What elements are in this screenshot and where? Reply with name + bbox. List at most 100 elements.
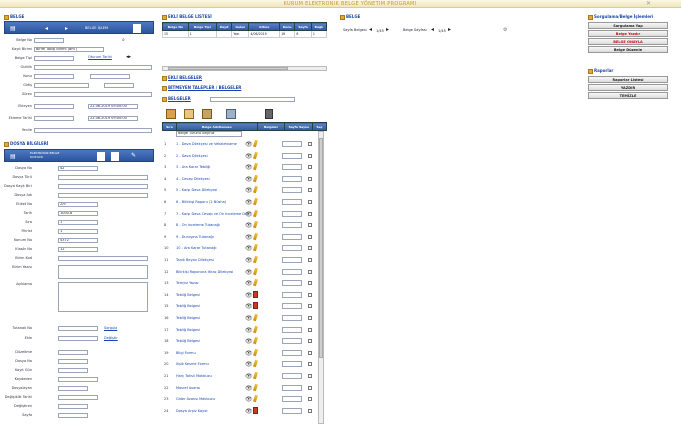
- document-link[interactable]: Masraf Avansı: [176, 386, 248, 390]
- select-checkbox[interactable]: [308, 269, 312, 274]
- pdf-icon[interactable]: [253, 406, 258, 414]
- upload-icon[interactable]: [184, 109, 194, 119]
- birim-kod-field[interactable]: [58, 255, 148, 261]
- select-checkbox[interactable]: [308, 200, 312, 204]
- page-count-field[interactable]: [282, 407, 302, 414]
- list-item[interactable]: 9 9 - Duruşma Tutanağı 👁: [162, 232, 318, 243]
- edit-icon[interactable]: [252, 394, 259, 403]
- vertical-scrollbar[interactable]: [318, 131, 324, 424]
- select-checkbox[interactable]: [308, 397, 312, 402]
- pdf-icon[interactable]: [253, 290, 258, 298]
- close-icon[interactable]: ✕: [646, 0, 651, 7]
- document-link[interactable]: Gider Avansı Makbuzu: [176, 397, 248, 401]
- list-icon[interactable]: ▤: [10, 153, 16, 160]
- list-item[interactable]: 10 10 - Ara Karar Tutanağı 👁: [162, 244, 318, 254]
- select-checkbox[interactable]: [308, 188, 312, 193]
- document-link[interactable]: Tebliğ Belgesi: [176, 316, 248, 320]
- ekleyen-field[interactable]: [34, 103, 74, 109]
- edit-icon[interactable]: [252, 336, 259, 345]
- list-item[interactable]: 22 Masraf Avansı 👁: [162, 383, 318, 394]
- yenile-field[interactable]: [34, 127, 152, 133]
- document-link[interactable]: Temyiz Yazısı: [176, 281, 248, 285]
- select-checkbox[interactable]: [308, 281, 312, 286]
- dosya-button[interactable]: ELEKTRONIK BELGE DOSYASI: [30, 151, 70, 159]
- document-link[interactable]: 2 - Dava Dilekçesi: [176, 154, 248, 158]
- table-row[interactable]: 15 1 Yazı 4/06/2019 16 8 1: [162, 30, 328, 38]
- select-checkbox[interactable]: [308, 165, 312, 170]
- document-link[interactable]: Tebliğ Belgesi: [176, 339, 248, 343]
- view-icon[interactable]: 👁: [245, 153, 253, 160]
- kayit-tarihi-field[interactable]: 22.06.2019 09:00:00: [88, 103, 138, 109]
- edit-icon[interactable]: [252, 209, 259, 217]
- document-link[interactable]: Tanık Beyan Dilekçesi: [176, 258, 248, 262]
- list-item[interactable]: 21 Harç Tahsil Makbuzu 👁: [162, 371, 318, 382]
- select-checkbox[interactable]: [308, 211, 312, 216]
- view-icon[interactable]: 👁: [245, 234, 253, 241]
- list-item[interactable]: 14 Tebliğ Belgesi 👁: [162, 290, 318, 301]
- page-count-field[interactable]: [282, 268, 302, 275]
- list-item[interactable]: 8 8 - Ön İnceleme Tutanağı 👁: [162, 220, 318, 231]
- duzeltme-field[interactable]: [58, 349, 88, 355]
- page-count-field[interactable]: [282, 187, 302, 194]
- kayit-birimi-field[interactable]: Birim Takip Birimi (BRT): [34, 46, 104, 52]
- sira-field[interactable]: 1: [58, 219, 98, 225]
- page-count-field[interactable]: [282, 373, 302, 379]
- dosyalayan-field[interactable]: [58, 385, 88, 391]
- page-count-field[interactable]: [282, 384, 302, 391]
- degisiklik-field[interactable]: [58, 394, 98, 400]
- document-link[interactable]: 9 - Duruşma Tutanağı: [176, 235, 248, 239]
- ilgili-link[interactable]: BİTMEYEN TALEPLER / BELGELER: [162, 84, 241, 91]
- view-icon[interactable]: 👁: [245, 280, 253, 287]
- select-checkbox[interactable]: [308, 153, 312, 158]
- view-icon[interactable]: 👁: [245, 338, 253, 345]
- belge-tipi-field[interactable]: [34, 55, 74, 61]
- view-icon[interactable]: 👁: [245, 385, 253, 392]
- document-link[interactable]: 8 - Ön İnceleme Tutanağı: [176, 223, 248, 227]
- document-link[interactable]: 5 - Karşı Dava Dilekçesi: [176, 188, 248, 192]
- belge-onayla-button[interactable]: BELGE ONAYLA: [588, 38, 668, 45]
- document-link[interactable]: Tebliğ Belgesi: [176, 328, 248, 332]
- belge-yazdir-button[interactable]: Belge Yazdır: [588, 30, 668, 37]
- gidis-field[interactable]: [34, 82, 89, 88]
- list-item[interactable]: 1 1 - Dava Dilekçesi ve Vekaletname 👁: [162, 139, 318, 150]
- view-icon[interactable]: 👁: [245, 257, 253, 264]
- ekleme-field[interactable]: [34, 115, 74, 121]
- gelis-tarihi-field[interactable]: 22.06.2019 09:00:00: [88, 115, 138, 121]
- page-count-field[interactable]: [282, 233, 302, 240]
- birim-yazisi-field[interactable]: [58, 264, 148, 279]
- list-item[interactable]: 12 Bilirkişi Raporuna İtiraz Dilekçesi 👁: [162, 267, 318, 278]
- next-page-icon-2[interactable]: ▸: [448, 26, 451, 33]
- list-item[interactable]: 7 7 - Karşı Dava Cevap ve Ön İnceleme Di…: [162, 209, 318, 220]
- search-icon[interactable]: ⌕: [122, 37, 125, 43]
- dosya-no2-field[interactable]: [58, 358, 88, 364]
- pdf-icon[interactable]: [253, 302, 258, 310]
- belge-duzenle-button[interactable]: Belge Düzenle: [588, 46, 668, 53]
- select-checkbox[interactable]: [308, 234, 312, 239]
- next-page-icon[interactable]: ▸: [386, 26, 389, 33]
- select-checkbox[interactable]: [308, 304, 312, 309]
- view-icon[interactable]: 👁: [245, 292, 253, 299]
- document-link[interactable]: Bilirkişi Raporuna İtiraz Dilekçesi: [176, 270, 248, 274]
- dosya-turu-field[interactable]: [58, 174, 148, 180]
- edit-icon[interactable]: [252, 232, 259, 241]
- belgeler-link[interactable]: BELGELER: [162, 95, 191, 102]
- sayfa-field[interactable]: [58, 412, 88, 418]
- edit-icon[interactable]: [252, 325, 259, 333]
- select-checkbox[interactable]: [308, 316, 312, 320]
- list-item[interactable]: 23 Gider Avansı Makbuzu 👁: [162, 394, 318, 405]
- page-count-field[interactable]: [282, 222, 302, 229]
- view-icon[interactable]: 👁: [245, 222, 253, 229]
- trash-icon[interactable]: [265, 109, 273, 119]
- edit-icon[interactable]: [252, 360, 259, 368]
- gizlilik-field[interactable]: [34, 64, 152, 70]
- klasor-field[interactable]: 12: [58, 246, 98, 252]
- page-count-field[interactable]: [282, 141, 302, 147]
- page-count-field[interactable]: [282, 152, 302, 159]
- select-checkbox[interactable]: [308, 339, 312, 344]
- page-count-field[interactable]: [282, 245, 302, 252]
- page-count-field[interactable]: [282, 338, 302, 345]
- page-count-field[interactable]: [282, 291, 302, 298]
- nav-arrows-icon[interactable]: ◂▸: [126, 54, 131, 60]
- sorgula-link[interactable]: Sorgula: [104, 326, 117, 330]
- save-icon[interactable]: [133, 24, 141, 33]
